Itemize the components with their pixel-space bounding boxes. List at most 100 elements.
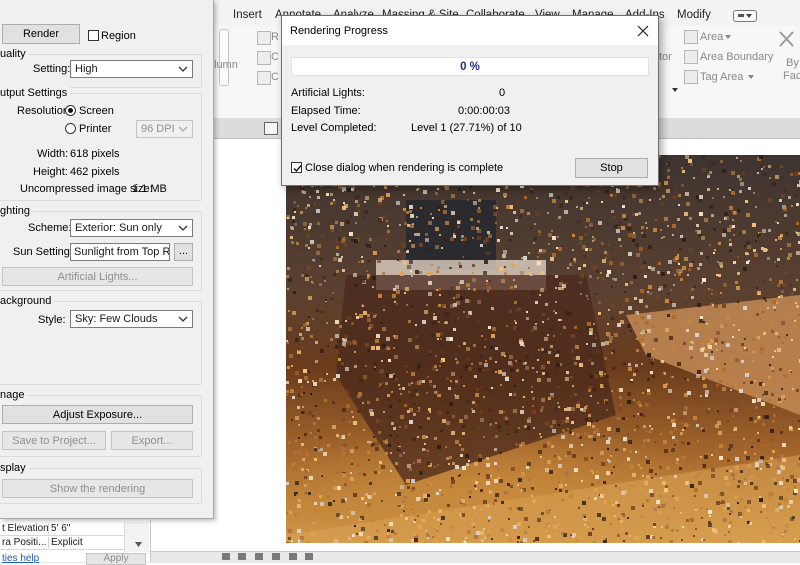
status-icon[interactable]	[238, 553, 246, 560]
render-noise-pixel	[339, 435, 342, 438]
properties-scrollbar[interactable]	[124, 522, 149, 552]
apply-button[interactable]: Apply	[86, 553, 146, 565]
status-icon[interactable]	[255, 553, 263, 560]
render-noise-pixel	[760, 511, 762, 513]
render-noise-pixel	[535, 212, 539, 216]
screen-radio[interactable]	[65, 105, 76, 116]
ribbon-r-label[interactable]: R	[271, 31, 279, 43]
render-noise-pixel	[301, 443, 304, 446]
render-noise-pixel	[410, 516, 414, 520]
chevron-down-icon[interactable]	[725, 35, 731, 39]
chevron-down-icon[interactable]	[672, 88, 678, 92]
render-shape	[336, 275, 616, 485]
render-noise-pixel	[393, 427, 396, 430]
render-noise-pixel	[532, 410, 536, 414]
render-noise-pixel	[547, 535, 550, 538]
ribbon-column-label[interactable]: lumn	[214, 59, 238, 71]
render-noise-pixel	[342, 408, 346, 412]
render-noise-pixel	[518, 427, 520, 429]
render-noise-pixel	[374, 368, 376, 370]
render-noise-pixel	[298, 450, 301, 453]
properties-help-link[interactable]: ties help	[2, 553, 39, 564]
quality-setting-select[interactable]: High	[70, 60, 193, 78]
status-icon[interactable]	[222, 553, 230, 560]
ribbon-tab-insert[interactable]: Insert	[233, 9, 262, 21]
render-noise-pixel	[555, 312, 557, 314]
close-button[interactable]	[633, 21, 653, 41]
property-value[interactable]: 5' 6"	[48, 523, 70, 534]
ribbon-area-button[interactable]: Area	[700, 31, 723, 43]
ribbon-by-label[interactable]: By	[786, 57, 799, 69]
sun-setting-browse-button[interactable]: ...	[174, 243, 193, 261]
render-noise-pixel	[477, 236, 481, 240]
render-noise-pixel	[686, 424, 689, 427]
render-noise-pixel	[760, 347, 764, 351]
printer-radio[interactable]	[65, 123, 76, 134]
render-noise-pixel	[303, 392, 305, 394]
show-rendering-button[interactable]: Show the rendering	[2, 479, 193, 498]
background-style-select[interactable]: Sky: Few Clouds	[70, 310, 193, 328]
level-completed-value: Level 1 (27.71%) of 10	[411, 122, 522, 134]
render-noise-pixel	[732, 336, 734, 338]
render-noise-pixel	[755, 461, 759, 465]
view-icon[interactable]	[264, 122, 278, 135]
render-noise-pixel	[640, 316, 644, 320]
adjust-exposure-button[interactable]: Adjust Exposure...	[2, 405, 193, 424]
lighting-scheme-select[interactable]: Exterior: Sun only	[70, 219, 193, 237]
status-icon[interactable]	[289, 553, 297, 560]
ribbon-tor-label[interactable]: tor	[659, 51, 672, 63]
render-noise-pixel	[593, 541, 596, 543]
render-noise-pixel	[550, 395, 554, 399]
render-noise-pixel	[770, 323, 774, 327]
render-noise-pixel	[753, 488, 755, 490]
render-noise-pixel	[710, 339, 714, 343]
property-value[interactable]: Explicit	[48, 537, 83, 548]
render-noise-pixel	[483, 500, 487, 504]
dpi-select[interactable]: 96 DPI	[136, 120, 193, 138]
ribbon-options-dropdown[interactable]	[733, 10, 757, 22]
close-when-complete-checkbox[interactable]	[291, 162, 302, 173]
render-noise-pixel	[305, 244, 308, 247]
render-noise-pixel	[698, 328, 701, 331]
render-noise-pixel	[526, 317, 529, 320]
ribbon-area-boundary-button[interactable]: Area Boundary	[700, 51, 773, 63]
render-noise-pixel	[606, 274, 609, 277]
render-noise-pixel	[775, 239, 777, 241]
render-noise-pixel	[590, 435, 593, 438]
ribbon-tag-area-button[interactable]: Tag Area	[700, 71, 743, 83]
render-noise-pixel	[442, 419, 446, 423]
status-icon[interactable]	[305, 553, 313, 560]
render-noise-pixel	[695, 333, 699, 337]
render-noise-pixel	[710, 356, 714, 360]
ribbon-c2-label[interactable]: C	[271, 71, 279, 83]
stop-button[interactable]: Stop	[575, 158, 648, 178]
export-button[interactable]: Export...	[111, 431, 193, 450]
render-noise-pixel	[438, 304, 441, 307]
render-noise-pixel	[783, 360, 785, 362]
status-icon[interactable]	[272, 553, 280, 560]
region-checkbox[interactable]	[88, 30, 99, 41]
artificial-lights-button[interactable]: Artificial Lights...	[2, 267, 193, 286]
ribbon-c-label[interactable]: C	[271, 51, 279, 63]
render-noise-pixel	[646, 475, 650, 479]
render-noise-pixel	[383, 215, 386, 218]
render-noise-pixel	[433, 313, 435, 315]
render-noise-pixel	[570, 395, 572, 397]
ribbon-tab-modify[interactable]: Modify	[677, 9, 711, 21]
render-noise-pixel	[448, 463, 450, 465]
render-noise-pixel	[690, 163, 693, 166]
render-noise-pixel	[642, 234, 646, 238]
render-noise-pixel	[463, 342, 466, 345]
render-button[interactable]: Render	[2, 24, 80, 44]
save-to-project-button[interactable]: Save to Project...	[2, 431, 106, 450]
render-noise-pixel	[353, 273, 357, 277]
ribbon-face-label[interactable]: Face	[783, 70, 800, 82]
chevron-down-icon[interactable]	[748, 75, 754, 79]
sun-setting-field[interactable]: Sunlight from Top Righ	[70, 243, 170, 261]
render-noise-pixel	[640, 289, 644, 293]
render-noise-pixel	[312, 415, 314, 417]
render-noise-pixel	[717, 188, 719, 190]
render-noise-pixel	[642, 343, 645, 346]
dialog-titlebar[interactable]: Rendering Progress	[282, 16, 658, 45]
render-noise-pixel	[489, 357, 492, 360]
